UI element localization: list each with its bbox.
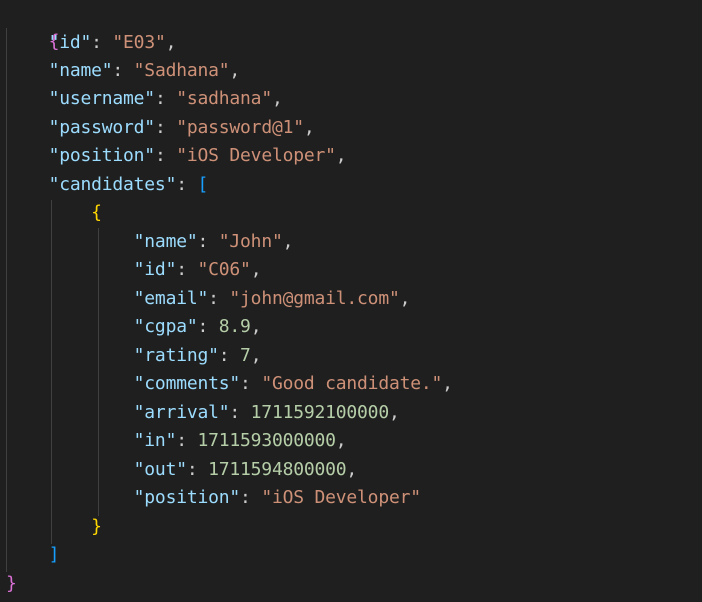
json-string-value: "sadhana" [176, 88, 272, 109]
json-string-value: "E03" [112, 32, 166, 53]
code-line-candidate-comments[interactable]: "comments": "Good candidate.", [6, 370, 453, 398]
json-string-value: "iOS Developer" [176, 145, 336, 166]
code-editor[interactable]: { "id": "E03", "name": "Sadhana", "usern… [0, 0, 702, 602]
code-line-field-password[interactable]: "password": "password@1", [6, 114, 315, 142]
json-key: "candidates" [48, 174, 177, 195]
code-line-root-open[interactable]: { [6, 0, 60, 52]
code-line-candidate-in[interactable]: "in": 1711593000000, [6, 427, 347, 455]
json-string-value: "password@1" [176, 117, 304, 138]
code-line-candidate-rating[interactable]: "rating": 7, [6, 342, 262, 370]
json-key: "position" [133, 487, 241, 508]
json-string-value: "iOS Developer" [261, 487, 421, 508]
json-key: "id" [48, 32, 92, 53]
json-key: "arrival" [133, 402, 230, 423]
json-number-value: 1711594800000 [208, 459, 347, 480]
json-key: "rating" [133, 345, 219, 366]
code-line-candidate-close[interactable]: } [6, 513, 102, 541]
code-line-field-id[interactable]: "id": "E03", [6, 29, 177, 57]
json-string-value: "John" [218, 231, 283, 252]
json-key: "password" [48, 117, 156, 138]
json-string-value: "john@gmail.com" [229, 288, 400, 309]
json-key: "id" [133, 259, 177, 280]
code-line-candidate-email[interactable]: "email": "john@gmail.com", [6, 285, 411, 313]
json-number-value: 7 [240, 345, 251, 366]
json-key: "email" [133, 288, 209, 309]
candidates-close-bracket: ] [48, 544, 60, 565]
json-number-value: 1711592100000 [250, 402, 389, 423]
code-line-candidate-position[interactable]: "position": "iOS Developer" [6, 484, 421, 512]
json-string-value: "Sadhana" [133, 60, 230, 81]
json-key: "name" [133, 231, 198, 252]
json-key: "username" [48, 88, 156, 109]
json-key: "position" [48, 145, 156, 166]
json-key: "cgpa" [133, 316, 198, 337]
json-key: "out" [133, 459, 187, 480]
code-line-candidate-arrival[interactable]: "arrival": 1711592100000, [6, 399, 400, 427]
json-string-value: "Good candidate." [261, 373, 443, 394]
code-line-candidate-out[interactable]: "out": 1711594800000, [6, 456, 358, 484]
code-line-candidate-cgpa[interactable]: "cgpa": 8.9, [6, 313, 262, 341]
json-number-value: 8.9 [218, 316, 251, 337]
json-key: "in" [133, 430, 177, 451]
json-key: "name" [48, 60, 113, 81]
code-line-candidates[interactable]: "candidates": [ [6, 171, 209, 199]
code-line-field-position[interactable]: "position": "iOS Developer", [6, 142, 347, 170]
code-line-field-username[interactable]: "username": "sadhana", [6, 85, 283, 113]
root-close-brace: } [6, 573, 17, 594]
code-line-candidate-name[interactable]: "name": "John", [6, 228, 294, 256]
code-line-candidate-open[interactable]: { [6, 199, 102, 227]
code-line-field-name[interactable]: "name": "Sadhana", [6, 57, 241, 85]
json-string-value: "C06" [197, 259, 251, 280]
code-line-root-close[interactable]: } [6, 570, 17, 598]
code-line-candidates-close[interactable]: ] [6, 541, 60, 569]
candidate-close-brace: } [91, 516, 102, 537]
json-number-value: 1711593000000 [197, 430, 336, 451]
candidate-open-brace: { [91, 202, 102, 223]
code-line-candidate-id[interactable]: "id": "C06", [6, 256, 262, 284]
json-key: "comments" [133, 373, 241, 394]
candidates-open-bracket: [ [197, 174, 209, 195]
